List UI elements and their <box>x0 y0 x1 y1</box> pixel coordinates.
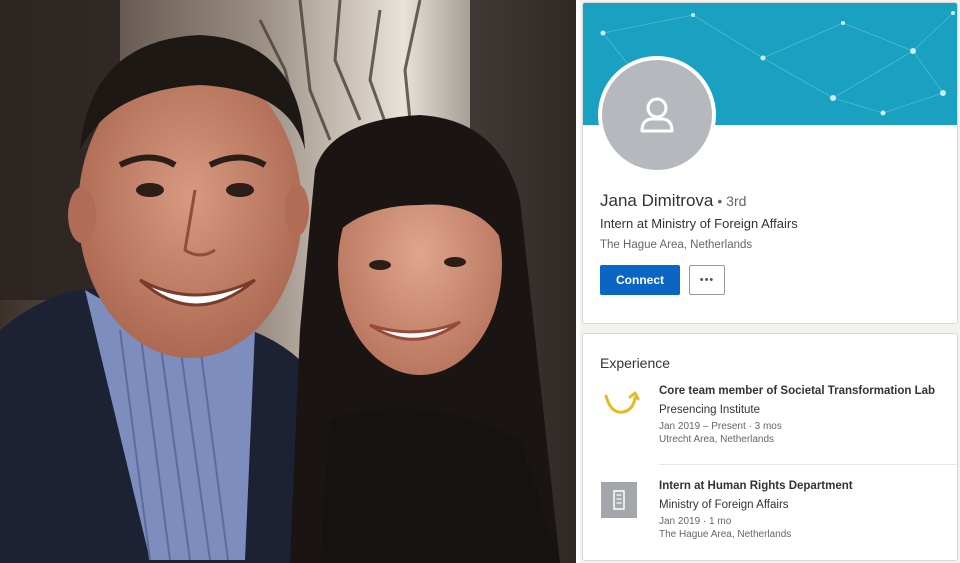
photo <box>0 0 576 563</box>
person-placeholder-icon <box>640 97 674 133</box>
profile-location: The Hague Area, Netherlands <box>600 239 753 251</box>
profile-top-card: Jana Dimitrova • 3rd Intern at Ministry … <box>582 2 958 324</box>
experience-location: The Hague Area, Netherlands <box>659 529 792 540</box>
profile-avatar[interactable] <box>598 56 716 174</box>
connect-button[interactable]: Connect <box>600 265 680 295</box>
experience-dates: Jan 2019 · 1 mo <box>659 516 732 527</box>
selfie-photo-illustration <box>0 0 576 563</box>
name-row: Jana Dimitrova • 3rd <box>600 191 746 211</box>
experience-dates: Jan 2019 – Present · 3 mos <box>659 421 782 432</box>
presencing-institute-logo-icon <box>601 388 641 425</box>
experience-title[interactable]: Intern at Human Rights Department <box>659 479 853 494</box>
profile-panel: Jana Dimitrova • 3rd Intern at Ministry … <box>580 0 960 563</box>
connection-degree: • 3rd <box>717 193 747 209</box>
more-actions-button[interactable]: ••• <box>689 265 725 295</box>
experience-company[interactable]: Presencing Institute <box>659 403 935 418</box>
experience-divider <box>659 464 957 465</box>
profile-headline: Intern at Ministry of Foreign Affairs <box>600 216 798 231</box>
more-dots-icon: ••• <box>699 274 715 286</box>
profile-name: Jana Dimitrova <box>600 191 714 210</box>
experience-company[interactable]: Ministry of Foreign Affairs <box>659 498 853 513</box>
experience-location: Utrecht Area, Netherlands <box>659 434 775 445</box>
experience-card: Experience Core team member of Societal … <box>582 333 958 561</box>
experience-title[interactable]: Core team member of Societal Transformat… <box>659 384 935 399</box>
company-placeholder-logo-icon <box>601 482 637 523</box>
experience-heading: Experience <box>600 355 671 371</box>
